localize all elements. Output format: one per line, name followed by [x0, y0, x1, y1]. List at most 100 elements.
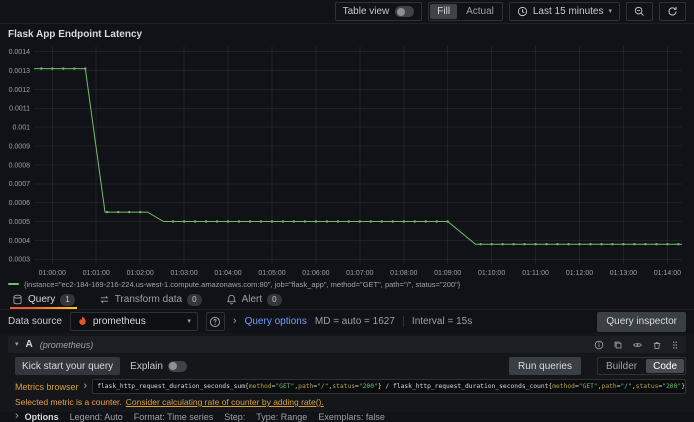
option-legend: Legend: Auto [69, 411, 123, 422]
refresh-button[interactable] [659, 2, 686, 21]
svg-text:01:03:00: 01:03:00 [170, 270, 197, 277]
run-queries-button[interactable]: Run queries [509, 357, 581, 375]
warning-rate-link[interactable]: Consider calculating rate of counter by … [126, 397, 324, 407]
svg-text:0.0009: 0.0009 [9, 143, 31, 150]
svg-text:0.0011: 0.0011 [9, 106, 30, 113]
svg-text:01:12:00: 01:12:00 [566, 270, 593, 277]
svg-text:0.0012: 0.0012 [9, 87, 31, 94]
toggle-knob [396, 7, 405, 16]
tab-query-count: 1 [60, 293, 75, 306]
option-format: Format: Time series [133, 411, 214, 422]
toggle-knob [169, 362, 178, 370]
query-row-actions [594, 340, 679, 350]
svg-text:0.0005: 0.0005 [9, 219, 31, 226]
datasource-select[interactable]: prometheus ▾ [69, 312, 198, 331]
zoom-out-button[interactable] [626, 2, 653, 21]
duplicate-query-icon[interactable] [613, 340, 623, 350]
viz-panel: Flask App Endpoint Latency 0.0014 0.0013 0… [0, 24, 694, 290]
options-label[interactable]: Options [25, 412, 59, 422]
explain-toggle[interactable] [167, 360, 187, 372]
info-circle-icon[interactable] [594, 340, 604, 350]
tab-transform-data[interactable]: Transform data 0 [97, 290, 204, 309]
time-series-chart[interactable]: 0.0014 0.0013 0.0012 0.0011 0.001 0.0009 0.000… [8, 42, 690, 278]
svg-text:01:01:00: 01:01:00 [83, 270, 110, 277]
chevron-down-icon: ▾ [187, 318, 191, 325]
hide-query-eye-icon[interactable] [632, 340, 643, 350]
query-options-footer: › Options Legend: Auto Format: Time seri… [15, 411, 686, 422]
code-option[interactable]: Code [646, 359, 684, 373]
clock-icon [517, 6, 528, 17]
counter-warning: Selected metric is a counter. Consider ca… [15, 397, 686, 407]
option-type: Type: Range [256, 411, 308, 422]
tab-transform-count: 0 [187, 293, 202, 306]
svg-text:01:13:00: 01:13:00 [610, 270, 637, 277]
query-toolbar: Kick start your query Explain Run querie… [15, 357, 686, 375]
datasource-value: prometheus [92, 316, 146, 327]
kick-start-query-button[interactable]: Kick start your query [15, 357, 121, 375]
swap-arrows-icon [99, 294, 110, 305]
tab-alert-count: 0 [267, 293, 282, 306]
refresh-icon [667, 6, 678, 17]
explain-label: Explain [130, 360, 163, 372]
time-range-picker[interactable]: Last 15 minutes ▾ [508, 2, 620, 21]
question-circle-icon [209, 316, 221, 328]
warning-text: Selected metric is a counter. [15, 397, 122, 407]
chevron-right-icon: › [83, 380, 88, 392]
table-view-toggle[interactable] [395, 6, 415, 17]
builder-option[interactable]: Builder [598, 358, 645, 374]
prometheus-icon [77, 316, 88, 327]
query-editor: ▾ A (prometheus) Kick start your query E… [0, 333, 694, 422]
fill-actual-group: Fill Actual [428, 2, 503, 21]
svg-text:01:14:00: 01:14:00 [654, 270, 681, 277]
metrics-browser-toggle[interactable]: Metrics browser [15, 382, 79, 392]
svg-text:01:10:00: 01:10:00 [478, 270, 505, 277]
svg-text:01:04:00: 01:04:00 [214, 270, 241, 277]
tab-query[interactable]: Query 1 [10, 290, 77, 309]
chevron-right-icon: › [232, 315, 237, 327]
drag-handle-icon[interactable] [671, 340, 679, 350]
datasource-row: Data source prometheus ▾ › Query options… [0, 310, 694, 333]
tab-query-label: Query [28, 294, 56, 305]
chevron-right-icon[interactable]: › [15, 411, 19, 422]
svg-text:01:05:00: 01:05:00 [258, 270, 285, 277]
builder-code-switch: Builder Code [596, 357, 686, 375]
time-range-label: Last 15 minutes [532, 6, 604, 17]
tab-alert-label: Alert [241, 294, 263, 305]
fill-option[interactable]: Fill [430, 4, 458, 19]
bell-icon [226, 294, 237, 305]
query-options-toggle[interactable]: Query options [245, 316, 307, 327]
svg-text:01:11:00: 01:11:00 [522, 270, 549, 277]
panel-title: Flask App Endpoint Latency [8, 29, 143, 40]
query-options-interval: Interval = 15s [411, 316, 473, 327]
query-datasource-hint: (prometheus) [39, 339, 94, 350]
top-toolbar: Table view Fill Actual Last 15 minutes ▾ [0, 0, 694, 24]
promql-editor-row: Metrics browser › flask_http_request_dur… [15, 379, 686, 394]
table-view-label: Table view [342, 6, 390, 17]
option-step: Step: [224, 411, 246, 422]
svg-text:0.0014: 0.0014 [9, 49, 31, 56]
table-view-control[interactable]: Table view [334, 2, 423, 21]
divider [402, 316, 404, 327]
tab-alert[interactable]: Alert 0 [224, 290, 284, 309]
legend-color-swatch [8, 283, 19, 285]
query-inspector-button[interactable]: Query inspector [597, 311, 686, 332]
svg-text:01:07:00: 01:07:00 [346, 270, 373, 277]
svg-text:01:08:00: 01:08:00 [390, 270, 417, 277]
datasource-help-button[interactable] [205, 312, 225, 331]
tab-transform-label: Transform data [114, 294, 183, 305]
promql-query-input[interactable]: flask_http_request_duration_seconds_sum{… [92, 379, 686, 394]
svg-text:0.0008: 0.0008 [9, 162, 31, 169]
svg-text:01:02:00: 01:02:00 [127, 270, 154, 277]
svg-text:0.0003: 0.0003 [9, 257, 31, 264]
datasource-label: Data source [8, 316, 62, 327]
legend-series-label[interactable]: {instance="ec2-184-169-216-224.us-west-1… [24, 280, 460, 289]
remove-query-trash-icon[interactable] [652, 340, 662, 350]
collapse-chevron-icon[interactable]: ▾ [15, 341, 19, 348]
query-row-header[interactable]: ▾ A (prometheus) [8, 336, 686, 353]
svg-text:0.0007: 0.0007 [9, 181, 31, 188]
svg-text:01:00:00: 01:00:00 [39, 270, 66, 277]
query-ref-id: A [25, 339, 33, 350]
zoom-out-icon [634, 6, 645, 17]
actual-option[interactable]: Actual [458, 3, 502, 20]
svg-text:0.001: 0.001 [12, 125, 30, 132]
